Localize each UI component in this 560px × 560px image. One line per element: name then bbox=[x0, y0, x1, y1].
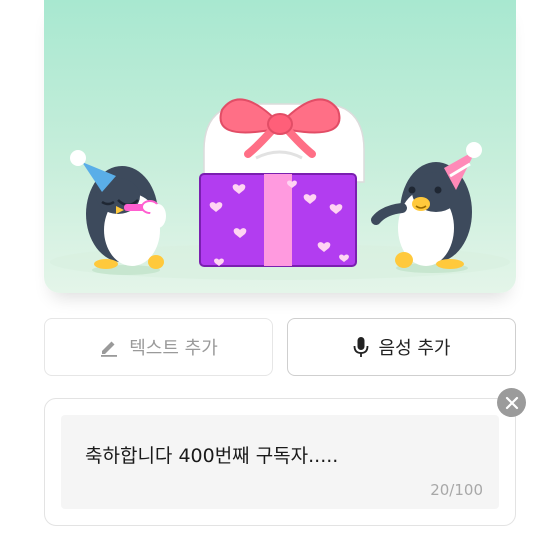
message-input-area[interactable]: 축하합니다 400번째 구독자..... 20/100 bbox=[61, 415, 499, 509]
close-icon bbox=[505, 396, 518, 409]
character-count: 20/100 bbox=[430, 481, 483, 499]
message-card: 축하합니다 400번째 구독자..... 20/100 bbox=[44, 398, 516, 526]
penguins-gift-image bbox=[44, 0, 516, 293]
message-text[interactable]: 축하합니다 400번째 구독자..... bbox=[85, 441, 338, 468]
remove-message-button[interactable] bbox=[497, 388, 526, 417]
gift-message-screen: 텍스트 추가 음성 추가 축하합니다 400번째 구독자..... 20/100 bbox=[0, 0, 560, 560]
pencil-icon bbox=[101, 341, 118, 357]
add-text-button[interactable]: 텍스트 추가 bbox=[44, 318, 273, 376]
add-text-label: 텍스트 추가 bbox=[129, 338, 218, 359]
add-voice-button[interactable]: 음성 추가 bbox=[287, 318, 516, 376]
celebration-illustration bbox=[44, 0, 516, 293]
microphone-icon bbox=[353, 337, 368, 357]
gift-box bbox=[199, 98, 365, 267]
add-voice-label: 음성 추가 bbox=[378, 338, 451, 359]
